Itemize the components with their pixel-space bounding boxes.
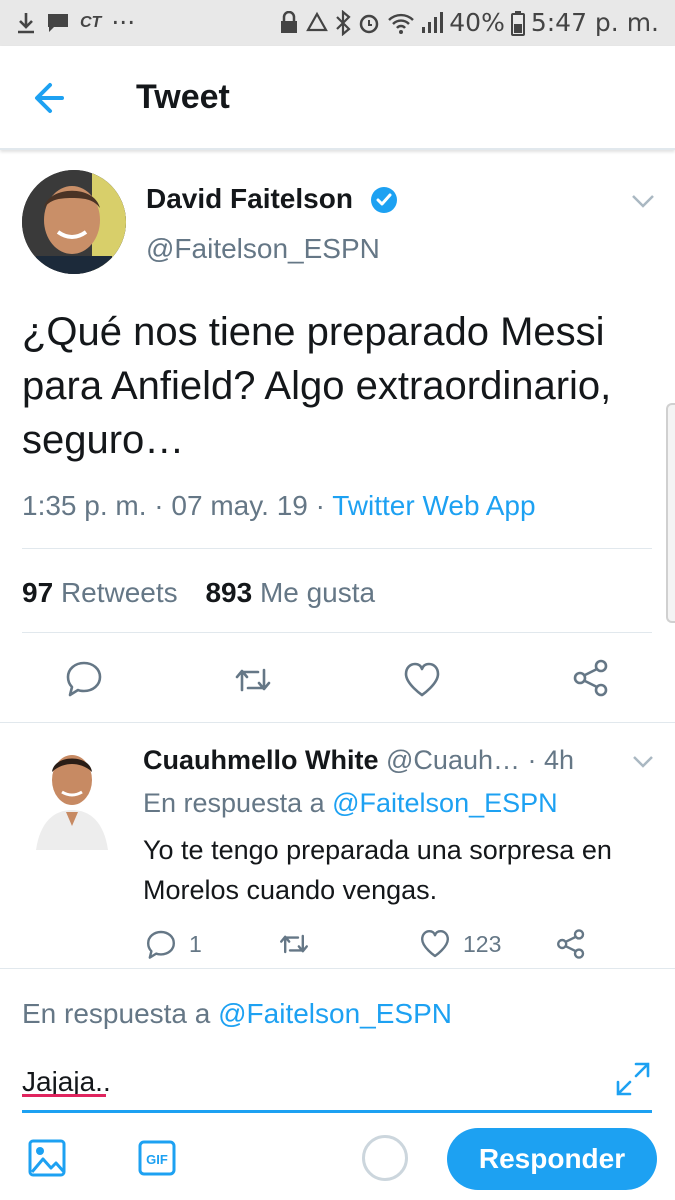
more-notifications-indicator: ··· bbox=[111, 8, 136, 37]
tweet-text: ¿Qué nos tiene preparado Messi para Anfi… bbox=[22, 310, 612, 462]
verified-badge-icon bbox=[371, 187, 397, 213]
reply-mention-link[interactable]: @Faitelson_ESPN bbox=[332, 788, 558, 818]
composer-in-reply-to: En respuesta a @Faitelson_ESPN bbox=[22, 998, 452, 1030]
carrier-label: CT bbox=[80, 13, 102, 31]
tweet-options-chevron-down-icon[interactable] bbox=[630, 192, 656, 210]
reply-author-avatar[interactable] bbox=[32, 742, 114, 850]
likes-label: Me gusta bbox=[259, 577, 376, 608]
tweet-date: 1:35 p. m. · 07 may. 19 · bbox=[22, 490, 333, 521]
reply-options-chevron-down-icon[interactable] bbox=[631, 754, 655, 770]
clock: 5:47 p. m. bbox=[530, 8, 659, 37]
signal-icon bbox=[422, 11, 444, 33]
reply-author-handle[interactable]: @Cuauh… bbox=[386, 745, 520, 775]
reply-text: Yo te tengo preparada una sorpresa en Mo… bbox=[143, 835, 612, 905]
page-title: Tweet bbox=[136, 78, 230, 116]
battery-icon bbox=[510, 10, 525, 36]
message-icon bbox=[48, 13, 68, 32]
divider bbox=[0, 968, 675, 969]
divider bbox=[0, 722, 675, 723]
retweet-icon bbox=[235, 668, 271, 692]
reply-share-button[interactable] bbox=[555, 928, 587, 960]
spellcheck-underline bbox=[22, 1094, 106, 1097]
reply-header: Cuauhmello White @Cuauh… · 4h bbox=[143, 745, 643, 776]
reply-author-name[interactable]: Cuauhmello White bbox=[143, 745, 379, 775]
reply-time: · 4h bbox=[527, 745, 575, 775]
reply-text-input[interactable] bbox=[22, 1062, 602, 1102]
reply-like-button[interactable]: 123 bbox=[419, 928, 501, 960]
retweets-stat[interactable]: 97 Retweets bbox=[22, 577, 178, 608]
status-bar: CT ··· 40% 5:47 p. m. bbox=[0, 0, 675, 46]
alarm-icon bbox=[360, 14, 379, 33]
bluetooth-icon bbox=[336, 9, 351, 36]
composer-in-reply-prefix: En respuesta a bbox=[22, 998, 219, 1029]
divider bbox=[22, 632, 652, 633]
composer-mention-link[interactable]: @Faitelson_ESPN bbox=[218, 998, 452, 1029]
recycle-icon bbox=[306, 11, 329, 31]
add-image-button[interactable] bbox=[27, 1138, 67, 1178]
expand-icon bbox=[616, 1062, 650, 1096]
like-button[interactable] bbox=[402, 660, 442, 700]
battery-percent: 40% bbox=[449, 8, 505, 37]
gif-label: GIF bbox=[146, 1152, 168, 1167]
reply-in-reply-to: En respuesta a @Faitelson_ESPN bbox=[143, 788, 558, 819]
scrollbar-thumb[interactable] bbox=[666, 403, 675, 623]
likes-stat[interactable]: 893 Me gusta bbox=[205, 577, 375, 608]
tweet-stats: 97 Retweets 893 Me gusta bbox=[22, 577, 375, 609]
reply-reply-count: 1 bbox=[189, 930, 202, 957]
expand-composer-button[interactable] bbox=[614, 1060, 652, 1098]
reply-reply-button[interactable]: 1 bbox=[145, 928, 202, 960]
reply-bubble-icon bbox=[147, 930, 175, 959]
heart-icon bbox=[421, 930, 449, 958]
author-avatar[interactable] bbox=[22, 170, 126, 274]
retweets-label: Retweets bbox=[60, 577, 178, 608]
reply-avatar-photo bbox=[32, 742, 114, 850]
reply-retweet-button[interactable] bbox=[278, 928, 310, 960]
responder-button[interactable]: Responder bbox=[447, 1128, 657, 1190]
likes-count: 893 bbox=[205, 577, 253, 608]
character-counter-ring bbox=[362, 1135, 408, 1181]
reply-bubble-icon bbox=[66, 661, 102, 697]
avatar-photo bbox=[22, 170, 126, 274]
arrow-left-icon bbox=[35, 83, 64, 113]
lock-icon bbox=[281, 10, 298, 33]
author-handle[interactable]: @Faitelson_ESPN bbox=[146, 233, 380, 265]
add-gif-button[interactable]: GIF bbox=[137, 1138, 177, 1178]
author-name[interactable]: David Faitelson bbox=[146, 183, 353, 215]
status-bar-left: CT ··· bbox=[16, 8, 135, 37]
reply-like-count: 123 bbox=[463, 930, 502, 957]
back-button[interactable] bbox=[26, 76, 76, 120]
retweets-count: 97 bbox=[22, 577, 54, 608]
wifi-icon bbox=[388, 13, 415, 34]
reply-in-reply-prefix: En respuesta a bbox=[143, 788, 333, 818]
app-bar: Tweet bbox=[0, 46, 675, 150]
share-icon bbox=[573, 659, 608, 697]
share-button[interactable] bbox=[571, 658, 611, 698]
divider bbox=[22, 548, 652, 549]
heart-icon bbox=[404, 662, 440, 697]
retweet-icon bbox=[280, 934, 308, 954]
reply-button[interactable] bbox=[64, 658, 104, 698]
tweet-source-link[interactable]: Twitter Web App bbox=[332, 490, 535, 521]
input-focus-underline bbox=[22, 1110, 652, 1113]
download-icon bbox=[18, 12, 34, 33]
tweet-timestamp: 1:35 p. m. · 07 may. 19 · Twitter Web Ap… bbox=[22, 490, 536, 522]
share-icon bbox=[557, 929, 585, 959]
status-bar-right: 40% 5:47 p. m. bbox=[279, 8, 659, 37]
retweet-button[interactable] bbox=[233, 660, 273, 700]
image-icon bbox=[28, 1139, 66, 1177]
gif-icon: GIF bbox=[138, 1140, 176, 1176]
